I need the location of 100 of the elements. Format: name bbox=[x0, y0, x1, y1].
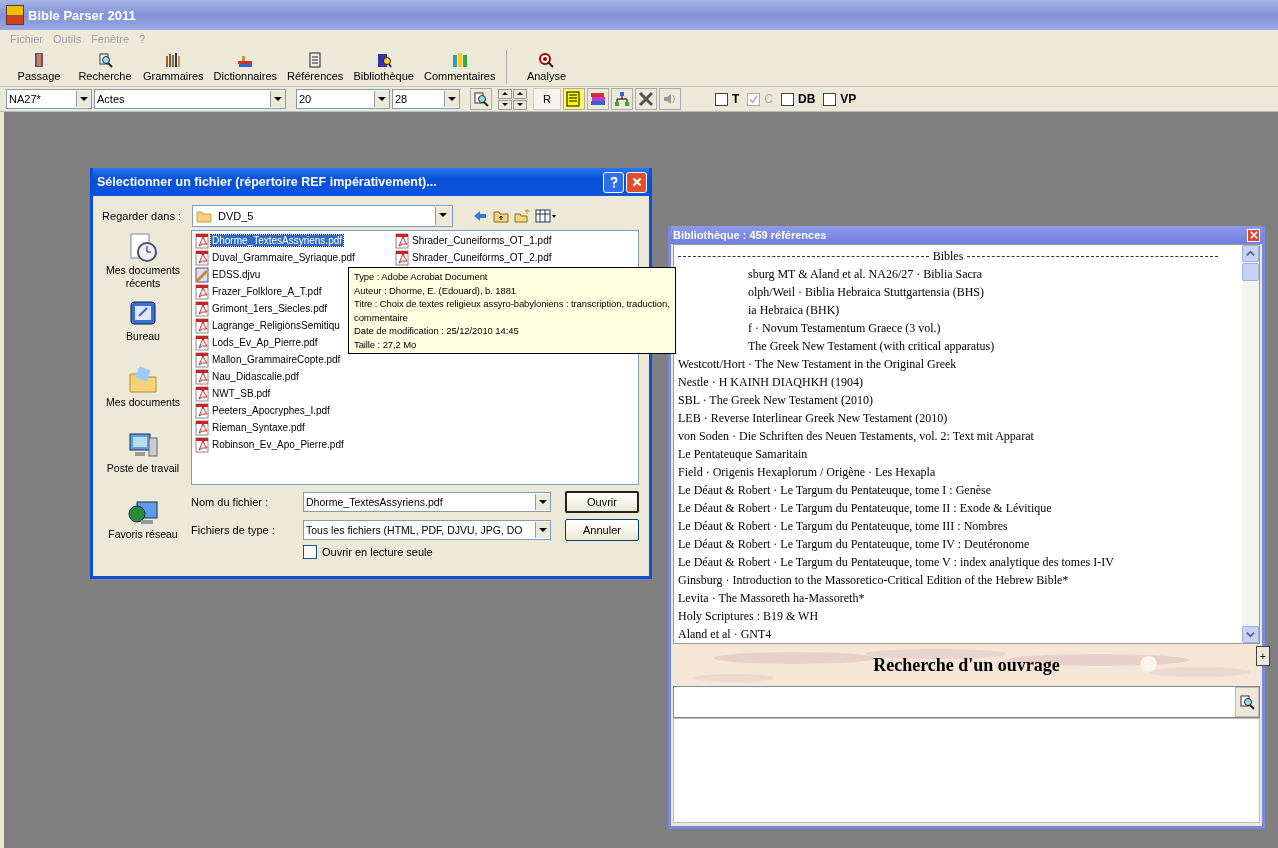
reference-item[interactable]: Le Déaut & Robert · Le Targum du Pentateuque, tome IV : Deutéronome bbox=[678, 537, 1030, 551]
reference-item[interactable]: von Soden · Die Schriften des Neuen Testaments, vol. 2: Text mit Apparat bbox=[678, 429, 1034, 443]
reference-item[interactable]: ia Hebraica (BHK) bbox=[748, 303, 840, 317]
toolbar-button[interactable] bbox=[635, 88, 657, 110]
folder-icon bbox=[127, 364, 159, 396]
toolbar-button[interactable]: Dictionnaires bbox=[208, 50, 283, 84]
toolbar-icon bbox=[538, 52, 555, 68]
toolbar-button[interactable] bbox=[563, 88, 585, 110]
view-menu-icon[interactable] bbox=[535, 208, 557, 224]
reference-item[interactable]: Le Déaut & Robert · Le Targum du Pentateuque, tome V : index analytique des tomes I-IV bbox=[678, 555, 1114, 569]
toolbar-button[interactable] bbox=[587, 88, 609, 110]
reference-item[interactable]: Le Pentateuque Samaritain bbox=[678, 447, 808, 461]
toolbar-button[interactable]: Analyse bbox=[513, 50, 580, 84]
window-title: Bibliothèque : 459 références bbox=[673, 229, 828, 241]
checkbox-label: Ouvrir en lecture seule bbox=[322, 546, 433, 558]
checkbox-label: DB bbox=[798, 92, 816, 106]
place-item[interactable]: Poste de travail bbox=[101, 430, 185, 496]
search-button[interactable] bbox=[470, 88, 492, 110]
reference-item[interactable]: Westcott/Hort · The New Testament in the Original Greek bbox=[678, 357, 957, 371]
file-type-dropdown[interactable]: Tous les fichiers (HTML, PDF, DJVU, JPG, DO bbox=[303, 520, 551, 540]
toolbar-button[interactable]: Recherche bbox=[72, 50, 138, 84]
books-icon bbox=[590, 91, 606, 107]
file-item[interactable]: Peeters_Apocryphes_I.pdf bbox=[194, 402, 394, 419]
open-button[interactable]: Ouvrir bbox=[565, 491, 639, 513]
scrollbar[interactable] bbox=[1242, 245, 1259, 643]
tooltip-line: Date de modification : 25/12/2010 14:45 bbox=[354, 324, 520, 338]
file-item[interactable]: Mallon_GrammaireCopte.pdf bbox=[194, 351, 394, 368]
place-item[interactable]: Mes documents récents bbox=[101, 232, 185, 298]
reference-item[interactable]: Ginsburg · Introduction to the Massoretico-Critical Edition of the Hebrew Bible* bbox=[678, 573, 1069, 587]
dropdown[interactable]: 20 bbox=[296, 89, 390, 109]
checkbox[interactable] bbox=[823, 92, 837, 106]
pdf-file-icon bbox=[194, 300, 210, 317]
close-button[interactable] bbox=[626, 171, 647, 193]
close-button[interactable] bbox=[1247, 228, 1260, 242]
reference-item[interactable]: Aland et al · GNT4 bbox=[678, 627, 772, 641]
filename-label: Nom du fichier : bbox=[191, 496, 270, 508]
toolbar-button[interactable]: Références bbox=[282, 50, 349, 84]
close-icon bbox=[630, 176, 643, 188]
reference-item[interactable]: SBL · The Greek New Testament (2010) bbox=[678, 393, 873, 407]
file-item[interactable]: Nau_Didascalie.pdf bbox=[194, 368, 394, 385]
window-title: Bible Parser 2011 bbox=[28, 7, 136, 23]
file-item[interactable]: Duval_Grammaire_Syriaque.pdf bbox=[194, 249, 394, 266]
pdf-file-icon bbox=[194, 334, 210, 351]
back-arrow-icon[interactable] bbox=[472, 208, 488, 224]
file-item[interactable]: Dhorme_TextesAssyriens.pdf bbox=[194, 232, 394, 249]
reference-item[interactable]: Levita · The Massoreth ha-Massoreth* bbox=[678, 591, 865, 605]
new-folder-icon[interactable] bbox=[514, 208, 530, 224]
reference-item[interactable]: LEB · Reverse Interlinear Greek New Testament (2010) bbox=[678, 411, 948, 425]
place-item[interactable]: Favoris réseau bbox=[101, 496, 185, 562]
file-type-label: Fichiers de type : bbox=[191, 524, 276, 536]
place-item[interactable]: Mes documents bbox=[101, 364, 185, 430]
app-logo-icon bbox=[6, 5, 24, 25]
scroll-down-icon[interactable] bbox=[1242, 626, 1259, 643]
tooltip-line: Titre : Choix de textes religieux assyro-babyloniens : transcription, traduction, bbox=[354, 297, 670, 311]
reference-item[interactable]: Holy Scriptures : B19 & WH bbox=[678, 609, 819, 623]
file-item[interactable]: Robinson_Ev_Apo_Pierre.pdf bbox=[194, 436, 394, 453]
section-header: Bibles bbox=[932, 248, 964, 264]
dialog-title: Sélectionner un fichier (répertoire REF impérativement)... bbox=[97, 175, 438, 189]
checkbox[interactable] bbox=[715, 92, 728, 106]
folder-up-icon[interactable] bbox=[493, 208, 509, 224]
file-item[interactable]: Shrader_Cuneiforms_OT_2.pdf bbox=[394, 249, 594, 266]
cancel-button[interactable]: Annuler bbox=[565, 519, 639, 541]
look-in-dropdown[interactable]: DVD_5 bbox=[192, 205, 453, 227]
reference-item[interactable]: olph/Weil · Biblia Hebraica Stuttgartensia (BHS) bbox=[748, 285, 984, 299]
reference-item[interactable]: The Greek New Testament (with critical apparatus) bbox=[748, 339, 995, 353]
file-item[interactable]: Shrader_Cuneiforms_OT_1.pdf bbox=[394, 232, 594, 249]
checkbox-label: C bbox=[764, 92, 773, 106]
dropdown[interactable]: Actes bbox=[94, 89, 286, 109]
dropdown[interactable]: 28 bbox=[392, 89, 460, 109]
checkbox-label: VP bbox=[840, 92, 857, 106]
reference-item[interactable]: f · Novum Testamentum Graece (3 vol.) bbox=[748, 321, 941, 335]
scroll-up-icon[interactable] bbox=[1242, 245, 1259, 262]
toolbar-button[interactable]: Bibliothèque bbox=[348, 50, 419, 84]
reference-item[interactable]: sburg MT & Aland et al. NA26/27 · Biblia Sacra bbox=[748, 267, 983, 281]
filename-field[interactable]: Dhorme_TextesAssyriens.pdf bbox=[303, 492, 551, 512]
spin-down-button[interactable] bbox=[513, 99, 527, 110]
checkbox[interactable] bbox=[781, 92, 794, 106]
toolbar-button[interactable]: Passage bbox=[6, 50, 72, 84]
pdf-file-icon bbox=[194, 249, 210, 266]
file-item[interactable]: Rieman_Syntaxe.pdf bbox=[194, 419, 394, 436]
spin-up-button[interactable] bbox=[513, 88, 527, 99]
file-item[interactable]: NWT_SB.pdf bbox=[194, 385, 394, 402]
reference-item[interactable]: Le Déaut & Robert · Le Targum du Pentateuque, tome III : Nombres bbox=[678, 519, 1008, 533]
r-button[interactable]: R bbox=[533, 88, 561, 110]
scroll-thumb[interactable] bbox=[1242, 263, 1259, 281]
reference-item[interactable]: Le Déaut & Robert · Le Targum du Pentateuque, tome I : Genèse bbox=[678, 483, 991, 497]
spin-down-button[interactable] bbox=[498, 99, 512, 110]
expand-button[interactable]: + bbox=[1256, 646, 1270, 666]
reference-item[interactable]: Le Déaut & Robert · Le Targum du Pentateuque, tome II : Exode & Lévitique bbox=[678, 501, 1052, 515]
place-item[interactable]: Bureau bbox=[101, 298, 185, 364]
toolbar-button[interactable]: Commentaires bbox=[418, 50, 501, 84]
toolbar-button[interactable] bbox=[611, 88, 633, 110]
tooltip-line: Auteur : Dhorme, E. (Edouard), b. 1881 bbox=[354, 283, 517, 297]
tooltip-line: commentaire bbox=[354, 310, 409, 324]
reference-item[interactable]: Nestle · H KAINH DIAQHKH (1904) bbox=[678, 375, 863, 389]
toolbar-button[interactable]: Grammaires bbox=[138, 50, 209, 84]
checkbox[interactable] bbox=[303, 545, 317, 559]
reference-item[interactable]: Field · Origenis Hexaplorum / Origène · Les Hexapla bbox=[678, 465, 936, 479]
dropdown[interactable]: NA27* bbox=[6, 89, 92, 109]
spin-up-button[interactable] bbox=[498, 88, 512, 99]
